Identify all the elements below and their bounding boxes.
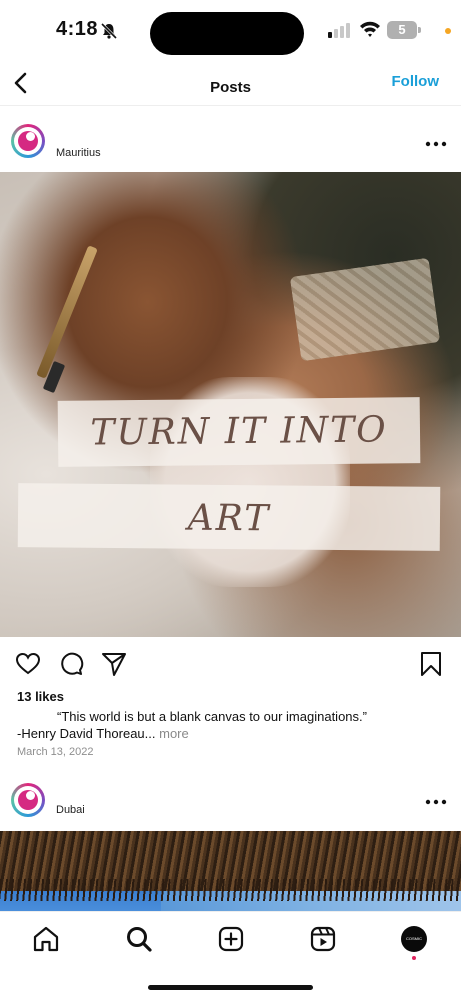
reels-icon[interactable] xyxy=(309,925,337,953)
image-text-banner: ART xyxy=(17,483,441,551)
image-text-banner: TURN IT INTO xyxy=(57,397,421,467)
profile-avatar[interactable]: COSMIC xyxy=(401,926,427,952)
bookmark-icon[interactable] xyxy=(418,651,444,677)
image-text-line: ART xyxy=(187,497,271,540)
image-text-line: TURN IT INTO xyxy=(90,409,388,454)
post-location[interactable]: Dubai xyxy=(56,804,85,816)
signal-icon xyxy=(328,23,350,38)
post-image[interactable]: TURN IT INTO ART xyxy=(0,172,461,637)
post-date: March 13, 2022 xyxy=(17,746,94,758)
privacy-indicator-dot xyxy=(445,28,451,34)
home-indicator xyxy=(148,985,313,990)
follow-button[interactable]: Follow xyxy=(392,73,440,90)
battery-level: 5 xyxy=(387,21,417,39)
post-location[interactable]: Mauritius xyxy=(56,147,101,159)
bottom-tab-bar: COSMIC xyxy=(0,911,461,1000)
post-header: Dubai xyxy=(0,769,461,831)
battery-indicator: 5 xyxy=(387,21,421,39)
status-bar: 4:18 5 xyxy=(0,0,461,62)
paintbrush xyxy=(36,245,98,379)
dynamic-island xyxy=(150,12,304,55)
caption-text: “This world is but a blank canvas to our… xyxy=(57,709,367,724)
send-icon[interactable] xyxy=(101,651,127,677)
post-actions xyxy=(0,648,461,680)
search-icon[interactable] xyxy=(125,925,153,953)
wifi-icon xyxy=(360,21,380,37)
more-horizontal-icon[interactable] xyxy=(425,798,447,806)
post-caption: “This world is but a blank canvas to our… xyxy=(17,708,447,742)
caption-text: -Henry David Thoreau... xyxy=(17,726,156,741)
comment-icon[interactable] xyxy=(58,651,84,677)
more-horizontal-icon[interactable] xyxy=(425,140,447,148)
avatar[interactable] xyxy=(11,124,45,158)
bell-off-icon xyxy=(100,22,118,40)
notification-dot xyxy=(412,956,416,960)
plus-square-icon[interactable] xyxy=(217,925,245,953)
likes-count[interactable]: 13 likes xyxy=(17,689,64,704)
post-image[interactable] xyxy=(0,831,461,911)
status-time: 4:18 xyxy=(56,18,99,40)
post-header: Mauritius xyxy=(0,110,461,172)
home-icon[interactable] xyxy=(32,925,60,953)
nav-header: Posts Follow xyxy=(0,62,461,106)
heart-icon[interactable] xyxy=(15,651,41,677)
more-link[interactable]: more xyxy=(159,726,189,741)
avatar[interactable] xyxy=(11,783,45,817)
